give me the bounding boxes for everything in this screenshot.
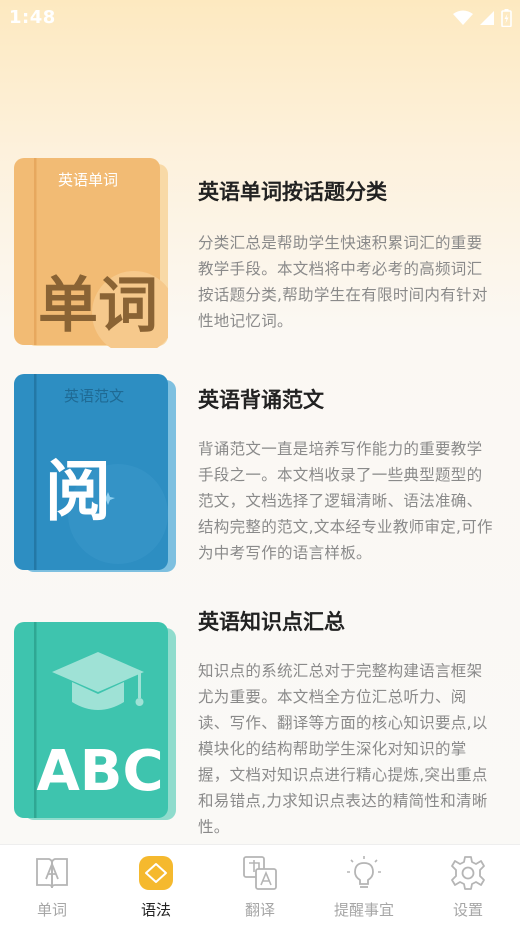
status-bar: 1:48 xyxy=(0,0,520,36)
lightbulb-icon xyxy=(347,856,381,888)
essay-cover-caption: 英语范文 xyxy=(64,387,124,405)
card-recitation-essays[interactable]: 英语范文 阅 英语背诵范文 背诵范文一直是培养写作能力的重要教学手段之一。本文档… xyxy=(0,368,520,578)
card-vocabulary-by-topic[interactable]: 英语单词 单词 英语单词按话题分类 分类汇总是帮助学生快速积累词汇的重要教学手段… xyxy=(0,150,520,360)
tab-reminders[interactable]: 提醒事宜 xyxy=(312,845,416,927)
vocabulary-book-cover: 英语单词 单词 xyxy=(14,158,168,348)
card-knowledge-summary[interactable]: ABC 英语知识点汇总 知识点的系统汇总对于完整构建语言框架尤为重要。本文档全方… xyxy=(0,600,520,840)
card-description: 分类汇总是帮助学生快速积累词汇的重要教学手段。本文档将中考必考的高频词汇按话题分… xyxy=(198,234,488,330)
essay-book-cover: 英语范文 阅 xyxy=(14,374,176,572)
tag-icon xyxy=(139,856,173,890)
tab-label: 提醒事宜 xyxy=(333,901,394,919)
tab-grammar[interactable]: 语法 xyxy=(104,845,208,927)
card-title: 英语单词按话题分类 xyxy=(198,180,387,204)
wifi-icon xyxy=(453,10,473,25)
tab-label: 翻译 xyxy=(244,901,275,919)
status-time: 1:48 xyxy=(9,7,56,28)
gear-icon xyxy=(451,856,485,890)
essay-cover-text: 阅 xyxy=(45,452,111,530)
signal-icon xyxy=(480,11,494,25)
bottom-tab-bar: 单词 语法 翻译 提醒事宜 设置 xyxy=(0,844,520,927)
card-title: 英语背诵范文 xyxy=(198,388,324,412)
status-icons xyxy=(453,8,512,28)
tab-vocabulary[interactable]: 单词 xyxy=(0,845,104,927)
knowledge-book-cover: ABC xyxy=(14,622,176,820)
card-description: 知识点的系统汇总对于完整构建语言框架尤为重要。本文档全方位汇总听力、阅读、写作、… xyxy=(198,662,488,836)
tab-label: 设置 xyxy=(452,901,483,919)
tab-label: 语法 xyxy=(140,901,171,919)
translate-icon xyxy=(243,856,277,890)
vocabulary-cover-caption: 英语单词 xyxy=(58,171,118,189)
knowledge-cover-text: ABC xyxy=(36,739,163,804)
book-icon xyxy=(36,858,68,889)
tab-settings[interactable]: 设置 xyxy=(416,845,520,927)
card-title: 英语知识点汇总 xyxy=(198,610,345,634)
tab-label: 单词 xyxy=(36,901,67,919)
vocabulary-cover-text: 单词 xyxy=(38,271,158,341)
card-description: 背诵范文一直是培养写作能力的重要教学手段之一。本文档收录了一些典型题型的范文，文… xyxy=(198,440,493,562)
tab-translate[interactable]: 翻译 xyxy=(208,845,312,927)
battery-icon xyxy=(501,9,512,27)
